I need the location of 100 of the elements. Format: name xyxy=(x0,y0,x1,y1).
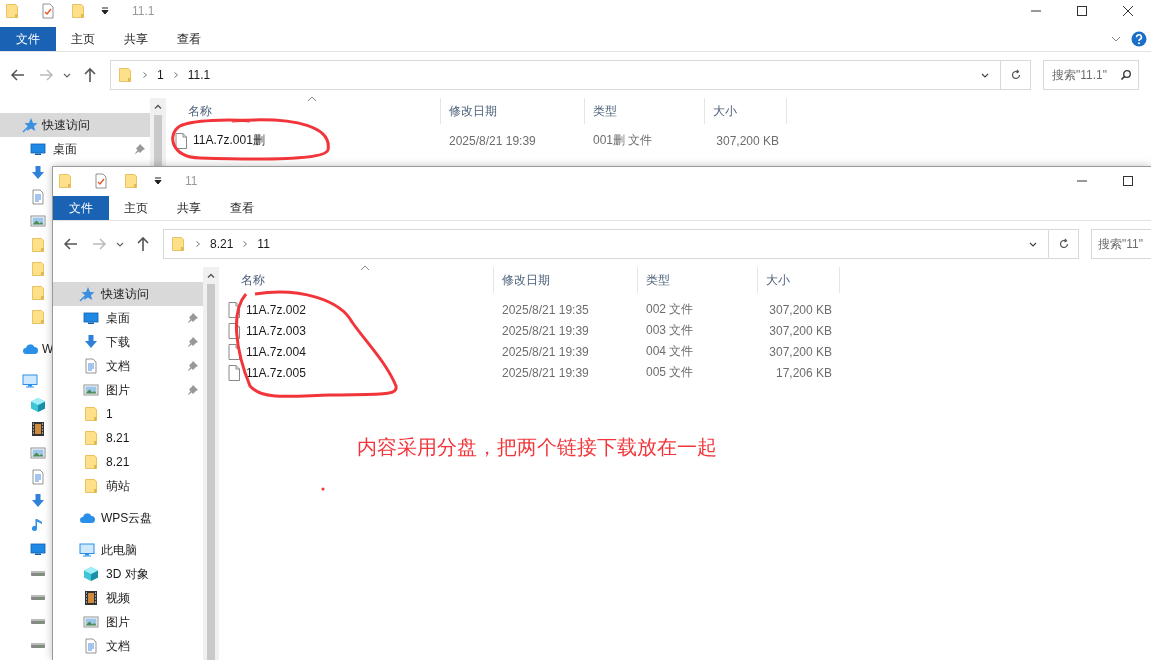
pin-icon[interactable] xyxy=(134,143,146,155)
ribbon-tab[interactable]: 查看 xyxy=(215,196,268,220)
refresh-icon xyxy=(1009,69,1022,81)
nav-item[interactable]: 桌面 xyxy=(0,137,150,161)
nav-item[interactable]: 图片 xyxy=(53,610,203,634)
nav-item[interactable]: 此电脑 xyxy=(53,538,203,562)
column-header[interactable]: 类型 xyxy=(585,98,705,124)
file-icon xyxy=(228,301,240,318)
ribbon-tab[interactable]: 主页 xyxy=(109,196,162,220)
pin-icon[interactable] xyxy=(187,336,199,348)
down-arrow-icon xyxy=(30,165,46,181)
close-icon xyxy=(1123,6,1133,16)
folder-icon[interactable] xyxy=(70,3,86,19)
search-field[interactable]: 搜索"11" xyxy=(1091,229,1151,259)
folder-icon[interactable] xyxy=(4,3,20,19)
document-icon xyxy=(30,469,46,485)
properties-icon[interactable] xyxy=(40,3,56,19)
back-arrow-icon[interactable] xyxy=(63,236,79,252)
address-bar[interactable]: 8.21 11 xyxy=(163,229,1049,259)
nav-item[interactable]: 快速访问 xyxy=(0,113,150,137)
nav-item[interactable]: 图片 xyxy=(53,378,203,402)
column-header[interactable]: 类型 xyxy=(638,267,758,293)
help-icon[interactable] xyxy=(1131,31,1147,47)
nav-item[interactable]: 桌面 xyxy=(53,306,203,330)
column-header[interactable]: 大小 xyxy=(705,98,787,124)
file-size: 307,200 KB xyxy=(768,344,833,359)
nav-item[interactable]: 文档 xyxy=(53,634,203,658)
nav-item[interactable]: 快速访问 xyxy=(53,282,203,306)
scroll-up-icon[interactable] xyxy=(206,271,216,281)
folder-icon[interactable] xyxy=(123,173,139,189)
address-bar[interactable]: 1 11.1 xyxy=(110,60,1001,90)
scroll-up-icon[interactable] xyxy=(153,102,163,112)
folder-icon xyxy=(117,67,133,83)
monitor-icon xyxy=(30,141,46,157)
file-icon xyxy=(228,322,240,339)
nav-item[interactable]: 视频 xyxy=(53,586,203,610)
refresh-icon xyxy=(1057,238,1070,250)
cube-icon xyxy=(30,397,46,413)
file-name[interactable]: 11A.7z.004 xyxy=(246,344,306,359)
window-title: 11.1 xyxy=(132,4,155,18)
forward-arrow-icon[interactable] xyxy=(38,67,54,83)
column-header[interactable]: 修改日期 xyxy=(494,267,638,293)
search-icon[interactable] xyxy=(1120,69,1132,81)
file-name[interactable]: 11A.7z.001删 xyxy=(193,132,265,149)
picture-icon xyxy=(30,445,46,461)
refresh-button[interactable] xyxy=(1001,60,1031,90)
ribbon-tab[interactable]: 文件 xyxy=(0,27,56,51)
nav-item[interactable]: 文档 xyxy=(53,354,203,378)
pin-icon[interactable] xyxy=(187,360,199,372)
refresh-button[interactable] xyxy=(1049,229,1079,259)
folder-icon xyxy=(83,478,99,494)
breadcrumb-item[interactable]: 1 xyxy=(157,68,164,82)
cloud-icon xyxy=(79,510,95,526)
column-header[interactable]: 大小 xyxy=(758,267,840,293)
sort-caret-icon xyxy=(360,265,370,271)
file-name[interactable]: 11A.7z.005 xyxy=(246,365,306,380)
dropdown-icon[interactable] xyxy=(153,176,163,186)
nav-item[interactable]: 1 xyxy=(53,402,203,426)
column-header[interactable]: 修改日期 xyxy=(441,98,585,124)
annotation-text: 内容采用分盘，把两个链接下载放在一起 xyxy=(357,435,717,460)
up-arrow-icon[interactable] xyxy=(82,67,98,83)
properties-icon[interactable] xyxy=(93,173,109,189)
pin-icon[interactable] xyxy=(187,312,199,324)
up-arrow-icon[interactable] xyxy=(135,236,151,252)
nav-item[interactable]: 8.21 xyxy=(53,450,203,474)
forward-arrow-icon[interactable] xyxy=(91,236,107,252)
ribbon-tab[interactable]: 共享 xyxy=(162,196,215,220)
search-field[interactable]: 搜索"11.1" xyxy=(1043,60,1139,90)
file-name[interactable]: 11A.7z.002 xyxy=(246,302,306,317)
breadcrumb-item[interactable]: 11 xyxy=(257,237,270,251)
column-header[interactable]: 名称 xyxy=(219,267,494,293)
ribbon-tab[interactable]: 共享 xyxy=(109,27,162,51)
picture-icon xyxy=(30,213,46,229)
nav-item[interactable]: 3D 对象 xyxy=(53,562,203,586)
pin-icon[interactable] xyxy=(187,384,199,396)
pin-star-icon xyxy=(22,117,38,133)
nav-item[interactable]: WPS云盘 xyxy=(53,506,203,530)
computer-icon xyxy=(79,542,95,558)
back-arrow-icon[interactable] xyxy=(10,67,26,83)
ribbon-tab[interactable]: 文件 xyxy=(53,196,109,220)
ribbon-tab[interactable]: 主页 xyxy=(56,27,109,51)
breadcrumb-item[interactable]: 8.21 xyxy=(210,237,234,251)
nav-item[interactable]: 萌站 xyxy=(53,474,203,498)
nav-item[interactable]: 下载 xyxy=(53,330,203,354)
folder-icon xyxy=(83,454,99,470)
document-icon xyxy=(83,638,99,654)
nav-item[interactable]: 8.21 xyxy=(53,426,203,450)
folder-icon[interactable] xyxy=(57,173,73,189)
breadcrumb-item[interactable]: 11.1 xyxy=(187,68,211,82)
file-name[interactable]: 11A.7z.003 xyxy=(246,323,306,338)
scrollbar[interactable] xyxy=(203,267,219,660)
picture-icon xyxy=(83,614,99,630)
dropdown-icon[interactable] xyxy=(100,6,110,16)
modified-date: 2025/8/21 19:39 xyxy=(448,133,537,148)
modified-date: 2025/8/21 19:39 xyxy=(501,365,590,380)
modified-date: 2025/8/21 19:39 xyxy=(501,323,590,338)
column-header[interactable]: 名称 xyxy=(166,98,441,124)
file-size: 307,200 KB xyxy=(715,133,780,148)
folder-icon xyxy=(30,309,46,325)
ribbon-tab[interactable]: 查看 xyxy=(162,27,215,51)
